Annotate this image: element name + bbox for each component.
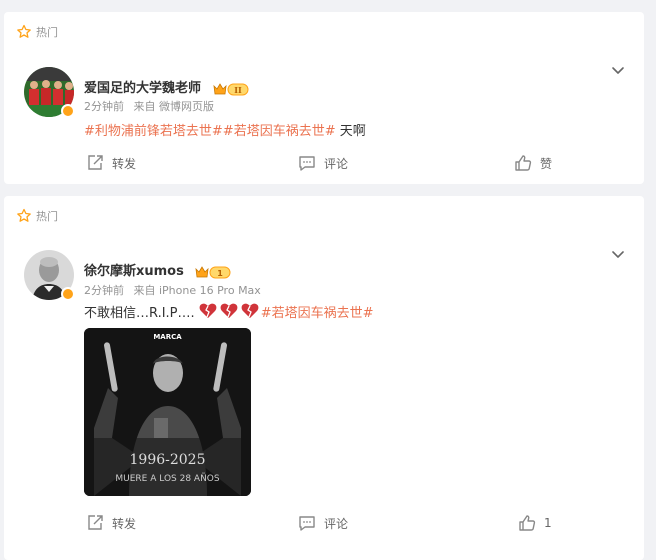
like-label: 赞 <box>540 156 553 171</box>
hashtag-link[interactable]: #若塔因车祸去世# <box>261 306 374 321</box>
svg-text:II: II <box>234 85 242 95</box>
post-text: 不敢相信…R.I.P…. #若塔因车祸去世# <box>84 302 374 321</box>
post-body: 天啊 <box>335 124 366 139</box>
repost-label: 转发 <box>112 516 137 531</box>
vip-badge[interactable]: II <box>212 81 250 97</box>
post-text: #利物浦前锋若塔去世##若塔因车祸去世# 天啊 <box>84 120 366 139</box>
action-bar: 转发 评论 赞 <box>4 154 644 174</box>
hot-label: 热门 <box>36 26 58 39</box>
star-icon <box>17 208 31 222</box>
feed-card: 热门 徐尔摩斯xumos 1 2分钟前 来自 iPhone 16 Pro Max… <box>4 196 644 560</box>
hot-label: 热门 <box>36 210 58 223</box>
svg-text:1: 1 <box>218 269 224 278</box>
comment-icon <box>299 516 315 531</box>
repost-icon <box>88 155 103 170</box>
comment-icon <box>299 156 315 171</box>
comment-button[interactable]: 评论 <box>298 154 348 172</box>
repost-label: 转发 <box>112 156 137 171</box>
image-years-text: 1996-2025 <box>129 452 206 468</box>
hot-label-row: 热门 <box>16 24 58 40</box>
verified-badge-icon <box>61 287 75 301</box>
repost-button[interactable]: 转发 <box>86 514 136 532</box>
author-row: 徐尔摩斯xumos 1 <box>84 260 232 280</box>
repost-button[interactable]: 转发 <box>86 154 136 172</box>
thumbs-up-icon <box>519 515 536 531</box>
broken-heart-icon <box>199 303 259 318</box>
post-body: 不敢相信…R.I.P…. <box>84 306 195 321</box>
like-count: 1 <box>544 516 552 530</box>
author-name[interactable]: 爱国足的大学魏老师 <box>84 81 201 96</box>
post-meta: 2分钟前 来自 iPhone 16 Pro Max <box>84 282 261 298</box>
comment-button[interactable]: 评论 <box>298 514 348 532</box>
action-bar: 转发 评论 1 <box>4 514 644 534</box>
post-time[interactable]: 2分钟前 <box>84 284 124 297</box>
post-time[interactable]: 2分钟前 <box>84 100 124 113</box>
like-button[interactable]: 1 <box>518 514 552 532</box>
comment-label: 评论 <box>324 516 349 531</box>
post-source: 来自 iPhone 16 Pro Max <box>133 284 261 297</box>
hashtag-link[interactable]: #利物浦前锋若塔去世# <box>84 124 223 139</box>
like-button[interactable]: 赞 <box>514 154 552 172</box>
author-name[interactable]: 徐尔摩斯xumos <box>84 264 184 279</box>
chevron-down-icon[interactable] <box>610 246 626 262</box>
thumbs-up-icon <box>515 155 532 171</box>
hashtag-link[interactable]: #若塔因车祸去世# <box>223 124 336 139</box>
hot-label-row: 热门 <box>16 208 58 224</box>
verified-badge-icon <box>61 104 75 118</box>
vip-badge[interactable]: 1 <box>194 264 232 280</box>
image-brand-text: MARCA <box>153 333 182 341</box>
post-image[interactable]: MARCA 1996-2025 MUERE A LOS 28 AÑOS <box>84 328 251 496</box>
repost-icon <box>88 515 103 530</box>
feed-card: 热门 爱国足的大学魏老师 II 2分钟前 来自 微博网页版 #利物浦前锋若塔去世… <box>4 12 644 184</box>
star-icon <box>17 24 31 38</box>
chevron-down-icon[interactable] <box>610 62 626 78</box>
post-meta: 2分钟前 来自 微博网页版 <box>84 98 214 114</box>
author-row: 爱国足的大学魏老师 II <box>84 77 250 97</box>
comment-label: 评论 <box>324 156 349 171</box>
image-caption-text: MUERE A LOS 28 AÑOS <box>115 474 220 484</box>
post-source: 来自 微博网页版 <box>133 100 215 113</box>
